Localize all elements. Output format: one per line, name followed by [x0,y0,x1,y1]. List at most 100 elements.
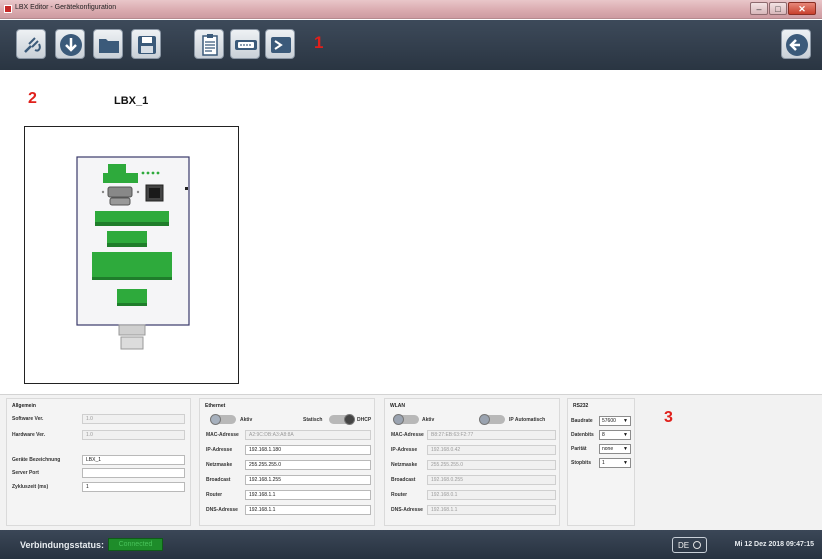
stopbits-label: Stopbits [571,460,591,466]
section-title: WLAN [390,403,405,409]
terminal-icon [271,37,291,53]
stopbits-select[interactable]: 1 ▼ [599,458,631,468]
ethernet-ip-input[interactable]: 192.168.1.180 [245,445,371,455]
ip-automatisch-toggle[interactable] [479,414,505,425]
download-button[interactable] [55,29,85,59]
wlan-dns-field: 192.168.1.1 [427,505,556,515]
chevron-down-icon: ▼ [623,446,628,452]
close-button[interactable]: ✕ [788,2,816,15]
paritaet-value: none [602,446,614,452]
wlan-ip-label: IP-Adresse [391,447,418,453]
software-version-label: Software Ver. [12,416,44,422]
ethernet-mac-field: A2:9C:DB:A3:A8:8A [245,430,371,440]
ethernet-aktiv-toggle[interactable] [210,414,236,425]
window-titlebar: LBX Editor - Gerätekonfiguration – □ ✕ [0,0,822,19]
ethernet-netzmaske-label: Netzmaske [206,462,233,468]
terminal-button[interactable] [265,29,295,59]
folder-icon [99,39,119,53]
dhcp-label: DHCP [357,417,372,423]
baudrate-select[interactable]: 57600 ▼ [599,416,631,426]
language-label: DE [678,541,690,550]
device-illustration [76,156,190,350]
zykluszeit-label: Zykluszeit (ms) [12,484,49,490]
datenbits-label: Datenbits [571,432,594,438]
config-panel: Allgemein Software Ver. 1.0 Hardware Ver… [0,394,822,530]
wlan-dns-label: DNS-Adresse [391,507,423,513]
connect-button[interactable] [16,29,46,59]
chevron-down-icon: ▼ [623,460,628,466]
chevron-down-icon: ▼ [623,418,628,424]
section-allgemein: Allgemein Software Ver. 1.0 Hardware Ver… [6,398,191,526]
ethernet-dns-input[interactable]: 192.168.1.1 [245,505,371,515]
stopbits-value: 1 [602,460,605,466]
section-ethernet: Ethernet Aktiv Statisch DHCP MAC-Adresse… [199,398,375,526]
ethernet-broadcast-label: Broadcast [206,477,231,483]
zykluszeit-input[interactable]: 1 [82,482,185,492]
statisch-dhcp-toggle[interactable] [329,414,355,425]
window-controls: – □ ✕ [749,2,816,15]
serial-port-button[interactable] [230,29,260,59]
device-preview-box[interactable] [24,126,239,384]
minimize-button[interactable]: – [750,2,768,15]
datenbits-value: 8 [602,432,605,438]
datenbits-select[interactable]: 8 ▼ [599,430,631,440]
close-icon: ✕ [798,4,806,14]
geraete-bezeichnung-input[interactable]: LBX_1 [82,455,185,465]
server-port-input[interactable] [82,468,185,478]
main-area: 2 LBX_1 [0,70,822,394]
software-version-field: 1.0 [82,414,185,424]
connection-status-badge: Connected [108,538,163,551]
toolbar: 1 [0,20,822,70]
save-icon [138,36,156,54]
ethernet-netzmaske-input[interactable]: 255.255.255.0 [245,460,371,470]
wlan-ip-field: 192.168.0.42 [427,445,556,455]
paritaet-label: Parität [571,446,587,452]
open-folder-button[interactable] [93,29,123,59]
section-wlan: WLAN Aktiv IP Automatisch MAC-Adresse B8… [384,398,560,526]
download-icon [60,34,82,56]
baudrate-label: Baudrate [571,418,593,424]
section-rs232: RS232 Baudrate 57600 ▼ Datenbits 8 ▼ Parit… [567,398,635,526]
datetime-display: Mi 12 Dez 2018 09:47:15 [734,541,814,548]
ethernet-router-input[interactable]: 192.168.1.1 [245,490,371,500]
wlan-netzmaske-label: Netzmaske [391,462,418,468]
ethernet-router-label: Router [206,492,223,498]
statisch-label: Statisch [303,417,323,423]
minimize-icon: – [756,4,762,14]
annotation-marker-2: 2 [28,90,37,107]
paritaet-select[interactable]: none ▼ [599,444,631,454]
back-button[interactable] [781,29,811,59]
connection-status-label: Verbindungsstatus: [20,540,105,550]
annotation-marker-1: 1 [314,33,324,52]
section-title: RS232 [573,403,589,409]
status-bar: Verbindungsstatus: Connected DE Mi 12 De… [0,530,822,559]
wlan-broadcast-label: Broadcast [391,477,416,483]
wlan-aktiv-label: Aktiv [422,417,435,423]
server-port-label: Server Port [12,470,39,476]
maximize-button[interactable]: □ [769,2,787,15]
ethernet-mac-label: MAC-Adresse [206,432,239,438]
ethernet-dns-label: DNS-Adresse [206,507,238,513]
hardware-version-label: Hardware Ver. [12,432,46,438]
hardware-version-field: 1.0 [82,430,185,440]
power-icon [693,541,701,549]
wlan-broadcast-field: 192.168.0.255 [427,475,556,485]
wlan-router-field: 192.168.0.1 [427,490,556,500]
clipboard-list-icon [202,34,218,56]
ethernet-ip-label: IP-Adresse [206,447,233,453]
ethernet-aktiv-label: Aktiv [240,417,253,423]
window-title: LBX Editor - Gerätekonfiguration [15,4,117,11]
annotation-marker-3: 3 [664,409,673,426]
plug-icon [24,37,41,53]
wlan-mac-field: B8:27:EB:63:F2:77 [427,430,556,440]
language-button[interactable]: DE [672,537,707,553]
chevron-down-icon: ▼ [623,432,628,438]
app-icon [4,5,12,13]
section-title: Ethernet [205,403,226,409]
ethernet-broadcast-input[interactable]: 192.168.1.255 [245,475,371,485]
config-list-button[interactable] [194,29,224,59]
serial-port-icon [235,40,257,50]
ip-automatisch-label: IP Automatisch [509,417,546,423]
wlan-aktiv-toggle[interactable] [393,414,419,425]
save-button[interactable] [131,29,161,59]
